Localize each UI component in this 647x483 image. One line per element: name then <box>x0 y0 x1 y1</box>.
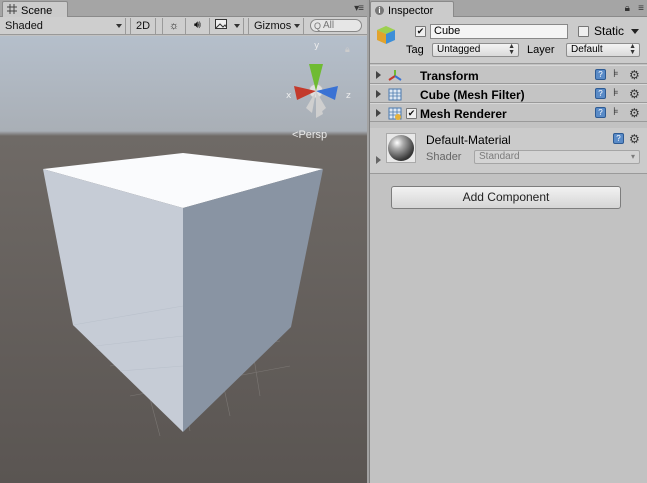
material-name: Default-Material <box>426 133 511 147</box>
speaker-icon: 🔊︎ <box>194 19 201 31</box>
sun-icon: ☼ <box>168 19 180 32</box>
scene-search-input[interactable]: Q All <box>310 19 362 32</box>
orientation-gizmo[interactable]: y x z <box>286 41 351 118</box>
inspector-lock-icon[interactable]: 🔒︎ <box>625 3 630 14</box>
tag-dropdown[interactable]: Untagged ▲ ▼ <box>432 43 519 57</box>
layer-label: Layer <box>527 44 555 56</box>
projection-label[interactable]: <Persp <box>292 129 327 141</box>
shader-value: Standard <box>479 151 520 162</box>
preset-sliders-icon[interactable]: ⊧ <box>613 88 619 99</box>
persp-text: Persp <box>298 129 328 141</box>
scene-viewport[interactable]: y x z 🔒︎ <Persp <box>0 36 367 483</box>
axis-y-label: y <box>314 41 320 51</box>
cube-left-face <box>43 169 183 432</box>
component-transform[interactable]: Transform ? ⊧ ⚙ <box>370 65 647 84</box>
dropdown-arrow-icon: ▾ <box>630 152 635 161</box>
static-label: Static <box>594 24 625 38</box>
inspector-tabstrip: i Inspector 🔒︎ ≡ <box>370 0 647 18</box>
gear-icon[interactable]: ⚙ <box>629 107 640 119</box>
material-block: Default-Material Shader Standard ▾ ? ⚙ <box>370 128 647 174</box>
help-icon[interactable]: ? <box>595 88 606 99</box>
material-preview-sphere[interactable] <box>386 133 416 163</box>
static-checkbox[interactable] <box>578 26 589 37</box>
component-mesh-filter[interactable]: Cube (Mesh Filter) ? ⊧ ⚙ <box>370 84 647 103</box>
preset-sliders-icon[interactable]: ⊧ <box>613 107 619 118</box>
help-icon[interactable]: ? <box>595 107 606 118</box>
active-checkbox[interactable]: ✔ <box>415 26 426 37</box>
image-icon <box>215 19 228 32</box>
audio-toggle-button[interactable]: 🔊︎ <box>186 17 210 34</box>
draw-mode-label: Shaded <box>5 19 43 32</box>
effects-dropdown[interactable] <box>210 17 244 34</box>
gear-icon[interactable]: ⚙ <box>629 88 640 100</box>
help-icon[interactable]: ? <box>595 69 606 80</box>
gizmos-dropdown[interactable]: Gizmos <box>248 17 304 34</box>
cube-right-face <box>183 169 323 432</box>
static-dropdown-arrow-icon[interactable] <box>631 29 639 34</box>
foldout-arrow-icon[interactable] <box>376 109 381 117</box>
info-icon: i <box>375 6 384 15</box>
object-name-field[interactable]: Cube <box>430 24 568 39</box>
add-component-label: Add Component <box>462 190 550 204</box>
component-title: Transform <box>420 69 479 83</box>
layer-value: Default <box>571 44 603 55</box>
updown-arrows-icon: ▲ ▼ <box>508 43 515 56</box>
tab-scene[interactable]: Scene <box>2 1 68 18</box>
gear-icon[interactable]: ⚙ <box>629 69 640 81</box>
scene-panel-menu-icon[interactable]: ▾≡ <box>354 3 364 14</box>
updown-arrows-icon: ▲ ▼ <box>629 43 636 56</box>
help-icon[interactable]: ? <box>613 133 624 144</box>
axis-z-label: z <box>346 91 351 101</box>
axis-x-label: x <box>286 91 292 101</box>
component-title: Cube (Mesh Filter) <box>420 88 525 102</box>
component-title: Mesh Renderer <box>420 107 507 121</box>
inspector-panel-menu-icon[interactable]: ≡ <box>638 3 644 14</box>
preset-sliders-icon[interactable]: ⊧ <box>613 69 619 80</box>
tab-inspector[interactable]: i Inspector <box>370 1 454 18</box>
transform-icon <box>388 69 402 82</box>
scene-toolbar: Shaded 2D ☼ 🔊︎ Gizmos Q All <box>0 17 367 35</box>
draw-mode-dropdown[interactable]: Shaded <box>0 17 126 34</box>
inspector-panel: i Inspector 🔒︎ ≡ ✔ Cube Static Tag Untag… <box>369 0 647 483</box>
inspector-header: ✔ Cube Static Tag Untagged ▲ ▼ Layer Defa… <box>370 17 647 64</box>
component-mesh-renderer[interactable]: ✔ Mesh Renderer ? ⊧ ⚙ <box>370 103 647 122</box>
shader-dropdown[interactable]: Standard ▾ <box>474 150 640 164</box>
object-name-value: Cube <box>434 25 461 37</box>
gear-icon[interactable]: ⚙ <box>629 133 640 145</box>
mesh-renderer-icon <box>388 107 402 120</box>
foldout-arrow-icon[interactable] <box>376 71 381 79</box>
2d-label: 2D <box>136 19 151 32</box>
gizmos-label: Gizmos <box>254 19 292 32</box>
material-foldout-arrow-icon[interactable] <box>376 156 381 164</box>
add-component-button[interactable]: Add Component <box>391 186 621 209</box>
scene-panel: Scene ▾≡ Shaded 2D ☼ 🔊︎ Gizmos Q All y x… <box>0 0 367 483</box>
search-placeholder: All <box>323 20 335 31</box>
tab-inspector-label: Inspector <box>388 4 434 17</box>
scene-render: y x z <box>43 41 351 437</box>
shader-label: Shader <box>426 151 462 163</box>
search-icon: Q <box>314 20 322 31</box>
tag-value: Untagged <box>437 44 481 55</box>
tag-label: Tag <box>406 44 424 56</box>
lock-icon[interactable]: 🔒︎ <box>345 44 350 55</box>
grid-icon <box>7 4 17 17</box>
tab-scene-label: Scene <box>21 4 53 17</box>
foldout-arrow-icon[interactable] <box>376 90 381 98</box>
scene-tabstrip: Scene ▾≡ <box>0 0 367 18</box>
2d-toggle-button[interactable]: 2D <box>130 17 156 34</box>
mesh-renderer-enabled-checkbox[interactable]: ✔ <box>406 108 417 119</box>
cube-object-icon[interactable] <box>375 24 397 46</box>
layer-dropdown[interactable]: Default ▲ ▼ <box>566 43 640 57</box>
lighting-toggle-button[interactable]: ☼ <box>162 17 186 34</box>
mesh-filter-icon <box>388 88 402 101</box>
